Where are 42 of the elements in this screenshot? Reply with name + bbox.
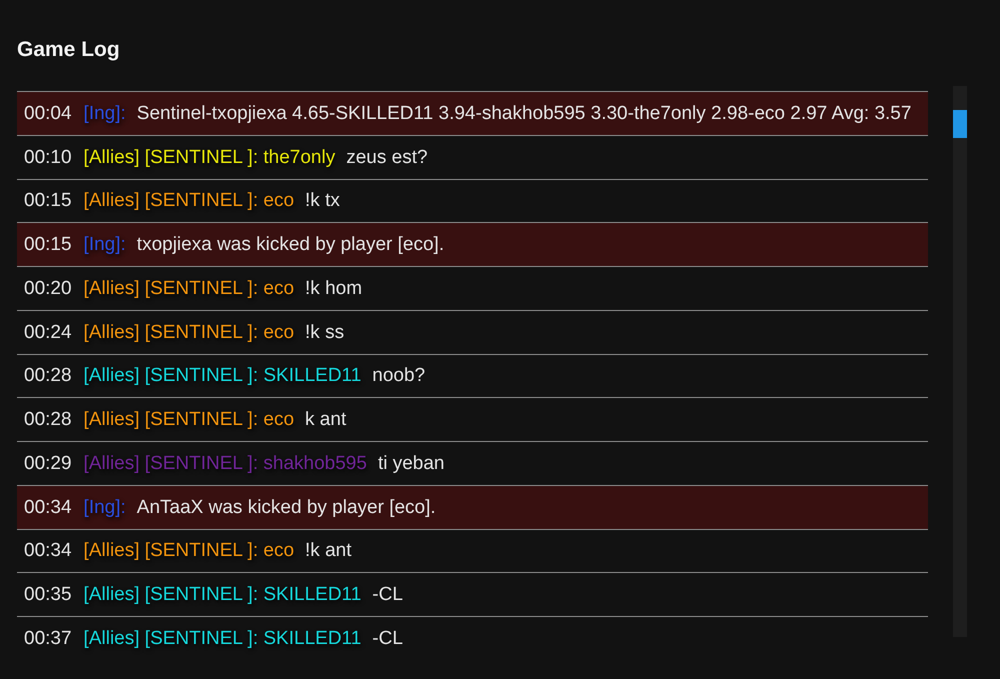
message-text: zeus est? xyxy=(346,148,428,167)
message-text: !k tx xyxy=(305,191,340,210)
sender-label: [Allies] [SENTINEL ]: eco xyxy=(84,322,294,342)
message-text: !k hom xyxy=(305,278,362,298)
sender-label: [Allies] [SENTINEL ]: eco xyxy=(84,410,294,430)
timestamp: 00:28 xyxy=(24,410,72,430)
message-text: ti yeban xyxy=(378,454,444,473)
sender-label: [Allies] [SENTINEL ]: eco xyxy=(84,191,294,210)
timestamp: 00:10 xyxy=(24,148,72,167)
sender-label: [Allies] [SENTINEL ]: eco xyxy=(84,278,294,298)
timestamp: 00:04 xyxy=(24,104,72,123)
sender-label: [Ing]: xyxy=(84,235,126,254)
timestamp: 00:20 xyxy=(24,278,72,298)
message-text: !k ant xyxy=(305,541,352,560)
message-text: k ant xyxy=(305,410,346,430)
message-text: -CL xyxy=(372,628,403,648)
timestamp: 00:34 xyxy=(24,498,72,517)
page-title: Game Log xyxy=(17,38,121,62)
sender-label: [Allies] [SENTINEL ]: SKILLED11 xyxy=(84,366,362,386)
sender-label: [Allies] [SENTINEL ]: eco xyxy=(84,541,294,560)
scrollbar-thumb[interactable] xyxy=(953,110,967,138)
timestamp: 00:29 xyxy=(24,454,72,473)
message-text: noob? xyxy=(372,366,426,386)
timestamp: 00:15 xyxy=(24,191,72,210)
timestamp: 00:35 xyxy=(24,585,72,604)
timestamp: 00:34 xyxy=(24,541,72,560)
timestamp: 00:37 xyxy=(24,628,72,648)
message-text: txopjiexa was kicked by player [eco]. xyxy=(136,235,444,254)
timestamp: 00:28 xyxy=(24,366,72,386)
sender-label: [Allies] [SENTINEL ]: shakhob595 xyxy=(84,454,367,473)
sender-label: [Allies] [SENTINEL ]: SKILLED11 xyxy=(84,585,362,604)
message-text: AnTaaX was kicked by player [eco]. xyxy=(136,498,436,517)
message-text: -CL xyxy=(372,585,403,604)
sender-label: [Ing]: xyxy=(84,104,126,123)
message-text: !k ss xyxy=(305,322,344,342)
sender-label: [Allies] [SENTINEL ]: SKILLED11 xyxy=(84,628,362,648)
timestamp: 00:24 xyxy=(24,322,72,342)
message-text: Sentinel-txopjiexa 4.65-SKILLED11 3.94-shakhob595 3.30-the7only 2.98-eco 2.97 Avg: 3.57 xyxy=(136,104,912,123)
timestamp: 00:15 xyxy=(24,235,72,254)
sender-label: [Ing]: xyxy=(84,498,126,517)
scrollbar-track[interactable] xyxy=(953,86,967,637)
sender-label: [Allies] [SENTINEL ]: the7only xyxy=(84,148,336,167)
